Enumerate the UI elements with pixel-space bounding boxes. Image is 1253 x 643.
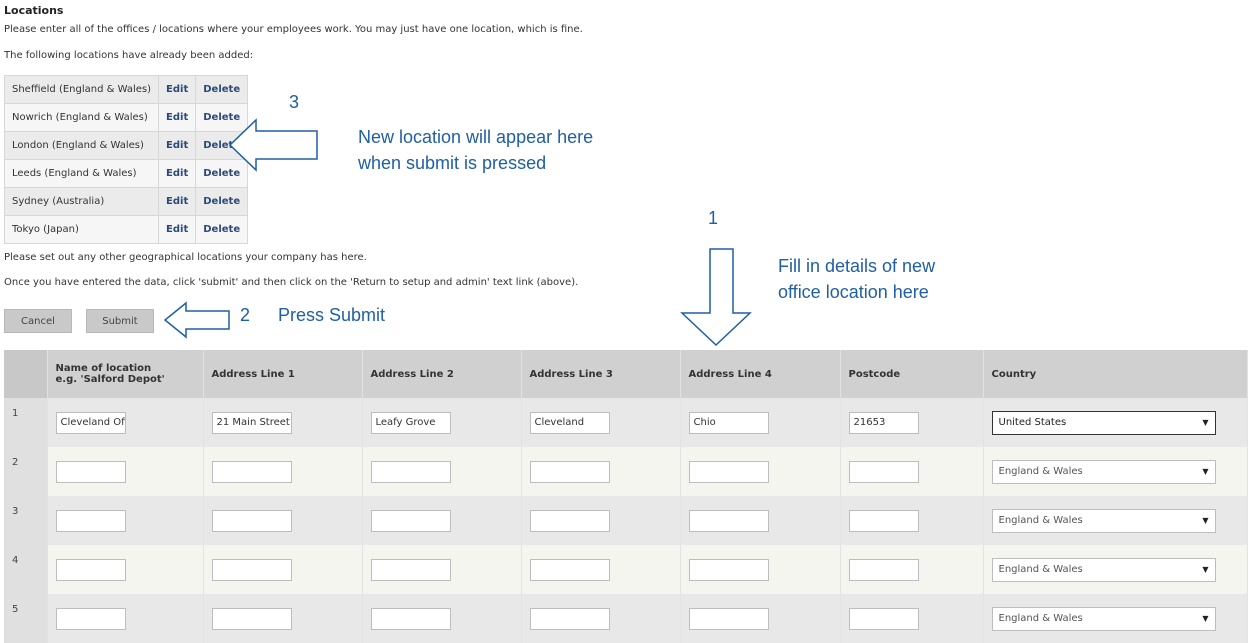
addr4-header: Address Line 4 xyxy=(680,350,841,398)
row-number: 2 xyxy=(4,447,48,496)
addr1-header: Address Line 1 xyxy=(203,350,363,398)
addr1-input[interactable]: 21 Main Street⋮ xyxy=(211,411,292,434)
postcode-input[interactable] xyxy=(848,509,919,532)
addr2-input[interactable] xyxy=(370,607,451,630)
country-select[interactable]: England & Wales ▼ xyxy=(991,606,1216,631)
addr2-input[interactable] xyxy=(370,460,451,483)
row-number: 3 xyxy=(4,496,48,545)
addr1-input[interactable] xyxy=(211,460,292,483)
row-number-header xyxy=(4,350,48,398)
step1-number: 1 xyxy=(708,208,719,228)
country-value: England & Wales xyxy=(998,466,1083,477)
step2-text: Press Submit xyxy=(278,305,386,325)
grid-header-row: Name of location e.g. 'Salford Depot' Ad… xyxy=(4,350,1248,398)
country-select[interactable]: United States ▼ xyxy=(991,410,1216,435)
arrow-down-icon xyxy=(680,248,752,347)
addr2-input[interactable]: Leafy Grove xyxy=(370,411,451,434)
addr4-input[interactable] xyxy=(688,460,769,483)
postcode-header: Postcode xyxy=(840,350,984,398)
country-value: England & Wales xyxy=(998,515,1083,526)
addr3-input[interactable] xyxy=(529,509,610,532)
name-header: Name of location e.g. 'Salford Depot' xyxy=(47,350,204,398)
grid-row: 3 England & Wales ▼ xyxy=(4,496,1248,545)
dropdown-caret-icon: ▼ xyxy=(1202,565,1209,574)
addr4-input[interactable] xyxy=(688,607,769,630)
addr2-header: Address Line 2 xyxy=(362,350,522,398)
name-header-example: e.g. 'Salford Depot' xyxy=(55,374,165,385)
addr4-input[interactable] xyxy=(688,509,769,532)
addr3-header: Address Line 3 xyxy=(521,350,681,398)
grid-row: 2 England & Wales ▼ xyxy=(4,447,1248,496)
postcode-input[interactable]: 21653 xyxy=(848,411,919,434)
country-value: England & Wales xyxy=(998,564,1083,575)
country-value: United States xyxy=(998,417,1067,428)
step3-number: 3 xyxy=(289,92,300,112)
grid-row: 1 Cleveland Offi 21 Main Street⋮ Leafy G… xyxy=(4,398,1248,447)
name-header-label: Name of location xyxy=(55,363,152,374)
row-number: 4 xyxy=(4,545,48,594)
addr3-input[interactable] xyxy=(529,607,610,630)
addr1-input[interactable] xyxy=(211,558,292,581)
row-number: 1 xyxy=(4,398,48,447)
dropdown-caret-icon: ▼ xyxy=(1202,614,1209,623)
step1-text-line1: Fill in details of new xyxy=(778,256,936,276)
name-input[interactable] xyxy=(55,558,126,581)
addr1-input[interactable] xyxy=(211,509,292,532)
postcode-input[interactable] xyxy=(848,607,919,630)
step3-text-line1: New location will appear here xyxy=(358,127,594,147)
name-input[interactable] xyxy=(55,509,126,532)
row-number: 5 xyxy=(4,594,48,643)
addr3-input[interactable] xyxy=(529,460,610,483)
dropdown-caret-icon: ▼ xyxy=(1202,467,1209,476)
new-locations-grid: Name of location e.g. 'Salford Depot' Ad… xyxy=(4,350,1248,643)
postcode-input[interactable] xyxy=(848,460,919,483)
country-select[interactable]: England & Wales ▼ xyxy=(991,508,1216,533)
step3-text-line2: when submit is pressed xyxy=(358,153,547,173)
autofill-icon: ⋮ xyxy=(291,417,292,428)
grid-row: 4 England & Wales ▼ xyxy=(4,545,1248,594)
grid-row: 5 England & Wales ▼ xyxy=(4,594,1248,643)
country-select[interactable]: England & Wales ▼ xyxy=(991,459,1216,484)
addr1-value: 21 Main Street xyxy=(216,417,290,428)
addr3-input[interactable] xyxy=(529,558,610,581)
addr2-input[interactable] xyxy=(370,558,451,581)
country-header: Country xyxy=(983,350,1248,398)
addr4-input[interactable]: Chio xyxy=(688,411,769,434)
addr2-input[interactable] xyxy=(370,509,451,532)
addr4-input[interactable] xyxy=(688,558,769,581)
step2-number: 2 xyxy=(240,305,251,325)
dropdown-caret-icon: ▼ xyxy=(1202,516,1209,525)
country-value: England & Wales xyxy=(998,613,1083,624)
postcode-input[interactable] xyxy=(848,558,919,581)
arrow-left-icon xyxy=(163,301,230,339)
name-input[interactable]: Cleveland Offi xyxy=(55,411,126,434)
name-input[interactable] xyxy=(55,460,126,483)
country-select[interactable]: England & Wales ▼ xyxy=(991,557,1216,582)
name-input[interactable] xyxy=(55,607,126,630)
addr3-input[interactable]: Cleveland xyxy=(529,411,610,434)
step1-text-line2: office location here xyxy=(778,282,929,302)
dropdown-caret-icon: ▼ xyxy=(1202,418,1209,427)
arrow-left-icon xyxy=(228,118,318,172)
addr1-input[interactable] xyxy=(211,607,292,630)
